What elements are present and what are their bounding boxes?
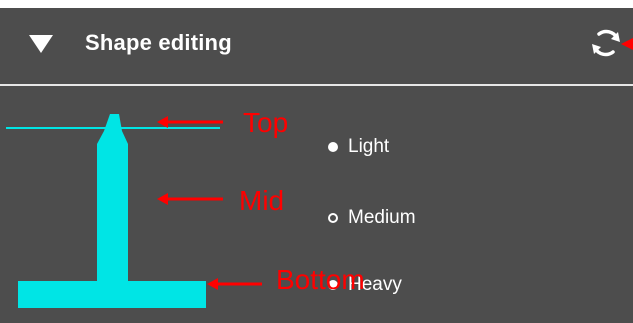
refresh-icon[interactable]	[589, 26, 623, 60]
medium-label: Medium	[348, 207, 416, 228]
panel-title: Shape editing	[85, 30, 232, 55]
stroke-shape-preview	[18, 114, 206, 308]
collapse-triangle-icon[interactable]	[29, 35, 53, 53]
option-medium[interactable]: Medium	[328, 207, 416, 229]
annotation-mid: Mid	[239, 185, 285, 216]
annotation-bottom: Bottom	[276, 264, 365, 295]
medium-radio[interactable]	[328, 213, 338, 223]
shape-preview-area: Light Medium Heavy Top Mid Bottom	[0, 86, 633, 323]
annotation-top: Top	[243, 107, 289, 138]
mid-arrow-icon	[157, 193, 223, 205]
refresh-pointer-arrow-icon	[621, 38, 633, 50]
top-arrow-icon	[157, 116, 223, 128]
option-light[interactable]: Light	[328, 136, 389, 158]
bottom-arrow-icon	[207, 278, 262, 290]
light-label: Light	[348, 136, 390, 157]
shape-editing-panel: Shape editing Light Medium Heavy Top Mid…	[0, 8, 633, 323]
panel-header: Shape editing	[0, 8, 633, 84]
light-radio[interactable]	[328, 142, 338, 152]
